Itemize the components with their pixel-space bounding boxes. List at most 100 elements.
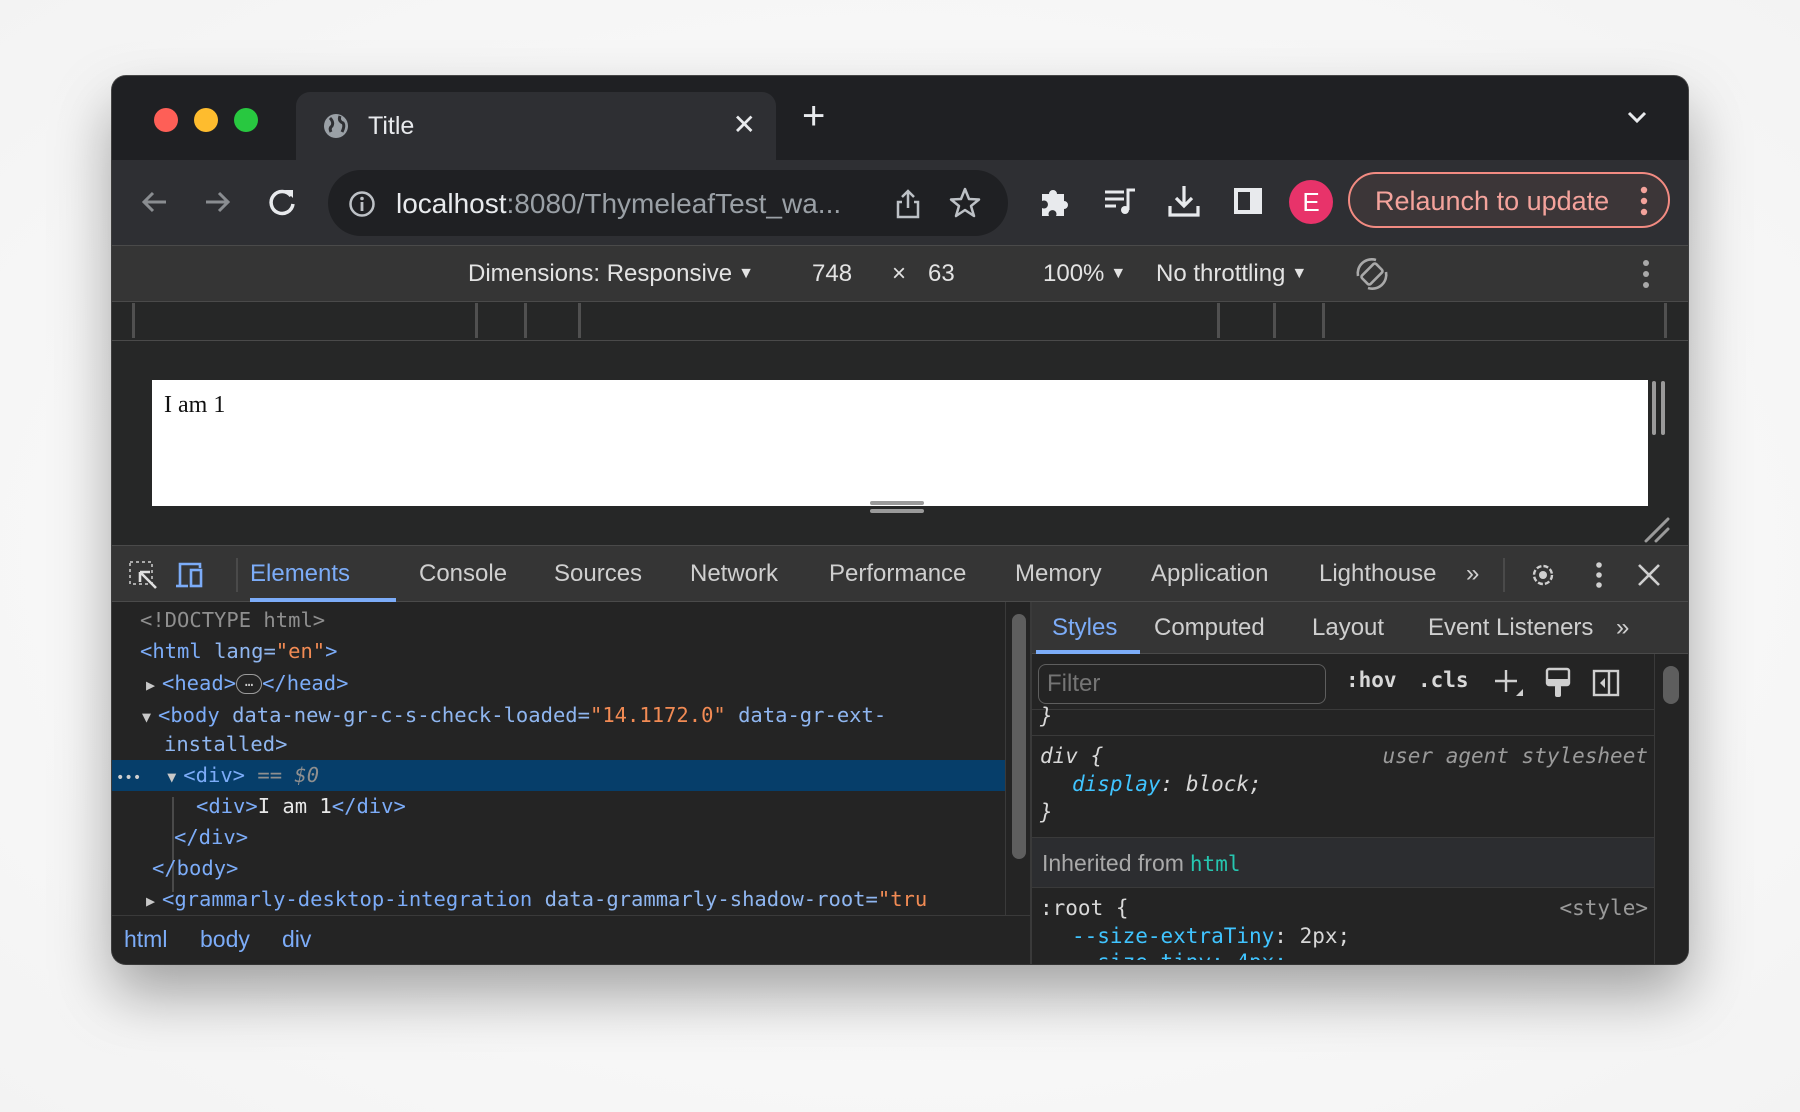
expand-triangle-icon[interactable]: ▶ (146, 670, 162, 701)
node-actions-menu-icon[interactable]: ••• (112, 770, 141, 786)
tab-memory[interactable]: Memory (1015, 560, 1102, 588)
media-query-marker[interactable] (578, 303, 581, 338)
device-toolbar-toggle-icon[interactable] (174, 560, 204, 590)
customize-devtools-more-icon[interactable] (1584, 560, 1614, 590)
styles-scrollbar[interactable] (1654, 654, 1688, 964)
media-query-marker[interactable] (475, 303, 478, 338)
inspect-element-icon[interactable] (128, 560, 158, 590)
expand-triangle-icon[interactable]: ▶ (146, 886, 162, 917)
breadcrumb-html[interactable]: html (124, 926, 167, 953)
browser-tab[interactable]: Title ✕ (296, 92, 776, 162)
tab-computed[interactable]: Computed (1154, 614, 1265, 642)
device-toolbar-more-icon[interactable] (1642, 258, 1650, 290)
collapse-triangle-icon[interactable]: ▼ (167, 762, 183, 793)
media-query-marker[interactable] (132, 303, 135, 338)
url-text[interactable]: localhost:8080/ThymeleafTest_wa... (396, 188, 841, 220)
corner-resize-handle[interactable] (1644, 517, 1670, 543)
css-declaration[interactable]: --size-extraTiny: 2px; (1072, 924, 1350, 948)
collapsed-content-icon[interactable]: … (236, 674, 263, 694)
rotate-icon[interactable] (1352, 254, 1392, 294)
style-rule-div[interactable]: div { user agent stylesheet display: blo… (1032, 736, 1654, 838)
reload-button[interactable] (264, 184, 300, 220)
dom-node-body-close[interactable]: </body> (112, 853, 1005, 884)
style-rule-root[interactable]: :root { <style> --size-extraTiny: 2px; -… (1032, 888, 1654, 964)
more-vertical-icon[interactable] (1640, 186, 1648, 216)
css-declaration-clipped: --size-tiny: 4px; (1072, 950, 1287, 960)
breadcrumb-body[interactable]: body (200, 926, 250, 953)
address-bar[interactable]: localhost:8080/ThymeleafTest_wa... (328, 170, 1008, 236)
close-tab-icon[interactable]: ✕ (733, 108, 756, 141)
height-input[interactable]: 63 (918, 254, 965, 294)
dom-node-grammarly[interactable]: ▶ <grammarly-desktop-integration data-gra… (112, 884, 1005, 915)
tab-network[interactable]: Network (690, 560, 778, 588)
dom-node-body-continued: installed> (164, 732, 288, 756)
width-input[interactable]: 748 (802, 254, 862, 294)
page-text: I am 1 (164, 392, 226, 418)
color-format-paintbrush-icon[interactable] (1542, 666, 1574, 700)
media-query-marker[interactable] (524, 303, 527, 338)
dom-node-body[interactable]: ▼ <body data-new-gr-c-s-check-loaded="14.… (112, 700, 1005, 731)
tab-console[interactable]: Console (419, 560, 507, 588)
inherited-section-header: Inherited from html (1032, 838, 1654, 888)
media-query-marker[interactable] (1217, 303, 1220, 338)
side-panel-icon[interactable] (1230, 182, 1266, 220)
toggle-computed-sidebar-icon[interactable] (1590, 666, 1622, 700)
zoom-dropdown[interactable]: 100% ▼ (1043, 260, 1126, 288)
dom-node-doctype[interactable]: <!DOCTYPE html> (112, 605, 1005, 636)
downloads-icon[interactable] (1166, 182, 1202, 220)
settings-gear-icon[interactable] (1528, 560, 1558, 590)
media-query-marker[interactable] (1273, 303, 1276, 338)
close-devtools-icon[interactable] (1634, 560, 1664, 590)
dom-node-html[interactable]: <html lang="en"> (112, 636, 1005, 667)
relaunch-to-update-button[interactable]: Relaunch to update (1348, 172, 1670, 228)
throttling-dropdown[interactable]: No throttling ▼ (1156, 260, 1307, 288)
more-tabs-button[interactable]: » (1466, 560, 1479, 588)
width-resize-handle[interactable] (1652, 381, 1666, 435)
rule-origin-link[interactable]: <style> (1559, 896, 1648, 920)
new-style-rule-icon[interactable] (1492, 666, 1524, 700)
media-query-marker[interactable] (1664, 303, 1667, 338)
tab-layout[interactable]: Layout (1312, 614, 1384, 642)
dom-scrollbar[interactable] (1005, 602, 1030, 915)
browser-toolbar: localhost:8080/ThymeleafTest_wa... E Rel… (112, 160, 1688, 245)
forward-button[interactable] (200, 184, 236, 220)
class-toggle-button[interactable]: .cls (1418, 668, 1469, 692)
styles-scrollbar-thumb[interactable] (1663, 666, 1679, 704)
inherited-from-link[interactable]: html (1190, 852, 1241, 876)
more-sidebar-tabs-button[interactable]: » (1616, 614, 1629, 642)
css-declaration[interactable]: display: block; (1072, 772, 1262, 796)
media-controls-icon[interactable] (1102, 182, 1138, 220)
profile-avatar[interactable]: E (1289, 180, 1333, 224)
tab-application[interactable]: Application (1151, 560, 1268, 588)
new-tab-button[interactable]: + (802, 94, 825, 139)
dom-node-head[interactable]: ▶ <head>… </head> (112, 668, 1005, 699)
dom-scrollbar-thumb[interactable] (1012, 614, 1026, 859)
zoom-window-button[interactable] (234, 108, 258, 132)
tab-sources[interactable]: Sources (554, 560, 642, 588)
height-resize-handle[interactable] (870, 501, 924, 515)
tab-styles[interactable]: Styles (1052, 614, 1117, 642)
styles-filter-input[interactable] (1038, 664, 1326, 704)
close-window-button[interactable] (154, 108, 178, 132)
emulated-viewport: I am 1 (112, 341, 1688, 545)
tab-event-listeners[interactable]: Event Listeners (1428, 614, 1593, 642)
site-info-icon[interactable] (348, 190, 376, 218)
dom-node-div-selected[interactable]: ••• ▼ <div> == $0 (112, 760, 1005, 791)
dom-node-div-close[interactable]: </div> (112, 822, 1005, 853)
share-icon[interactable] (894, 188, 922, 220)
tab-search-chevron-icon[interactable] (1624, 104, 1650, 130)
back-button[interactable] (136, 184, 172, 220)
media-query-marker[interactable] (1322, 303, 1325, 338)
minimize-window-button[interactable] (194, 108, 218, 132)
dom-node-inner-div[interactable]: <div>I am 1</div> (112, 791, 1005, 822)
tab-lighthouse[interactable]: Lighthouse (1319, 560, 1436, 588)
tab-elements[interactable]: Elements (250, 560, 350, 588)
tab-performance[interactable]: Performance (829, 560, 966, 588)
breadcrumb-div[interactable]: div (282, 926, 311, 953)
media-query-ruler (112, 301, 1688, 341)
caret-down-icon: ▼ (1110, 265, 1127, 282)
dimensions-dropdown[interactable]: Dimensions: Responsive ▼ (468, 260, 754, 288)
bookmark-star-icon[interactable] (948, 186, 982, 220)
hover-state-button[interactable]: :hov (1346, 668, 1397, 692)
extensions-puzzle-icon[interactable] (1036, 182, 1072, 220)
